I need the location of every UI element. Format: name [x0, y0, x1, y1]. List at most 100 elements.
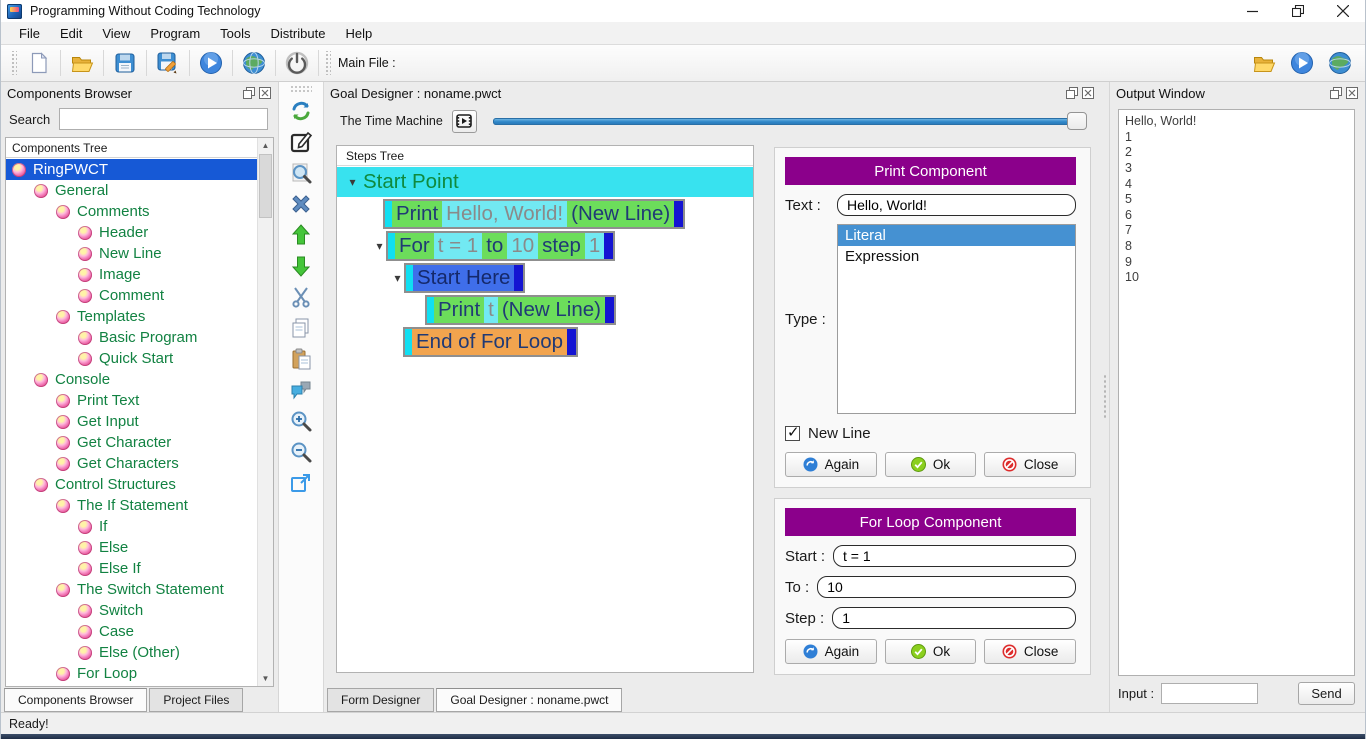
- menu-view[interactable]: View: [92, 24, 140, 43]
- paste-icon[interactable]: [285, 344, 317, 373]
- run-button[interactable]: [192, 48, 230, 79]
- close-panel-icon[interactable]: [1081, 87, 1095, 100]
- print-ok-button[interactable]: Ok: [885, 452, 977, 477]
- type-option[interactable]: Literal: [838, 225, 1075, 246]
- tree-item[interactable]: Get Characters: [6, 453, 273, 474]
- minimize-button[interactable]: [1230, 0, 1275, 22]
- print-again-button[interactable]: Again: [785, 452, 877, 477]
- cut-icon[interactable]: [285, 282, 317, 311]
- delete-step-icon[interactable]: [285, 189, 317, 218]
- time-machine-play-button[interactable]: [452, 110, 477, 133]
- distribute-globe-button[interactable]: [235, 48, 273, 79]
- new-file-button[interactable]: [20, 48, 58, 79]
- tree-item[interactable]: General: [6, 180, 273, 201]
- zoom-out-icon[interactable]: [285, 437, 317, 466]
- search-input[interactable]: [59, 108, 268, 130]
- tree-item[interactable]: The Switch Statement: [6, 579, 273, 600]
- power-button[interactable]: [278, 48, 316, 79]
- tree-item[interactable]: The If Statement: [6, 495, 273, 516]
- forloop-again-button[interactable]: Again: [785, 639, 877, 664]
- tree-scrollbar[interactable]: ▲ ▼: [257, 138, 273, 686]
- tree-item[interactable]: RingPWCT: [6, 159, 273, 180]
- float-panel-icon[interactable]: [1065, 87, 1079, 100]
- forloop-close-button[interactable]: Close: [984, 639, 1076, 664]
- console-input-field[interactable]: [1161, 683, 1258, 704]
- globe-button-right[interactable]: [1321, 48, 1359, 79]
- step-box[interactable]: PrintHello, World!(New Line): [383, 199, 685, 229]
- tree-item[interactable]: Get Character: [6, 432, 273, 453]
- find-step-icon[interactable]: [285, 158, 317, 187]
- scroll-thumb[interactable]: [259, 154, 272, 218]
- tree-item[interactable]: Control Structures: [6, 474, 273, 495]
- tree-item[interactable]: Console: [6, 369, 273, 390]
- copy-icon[interactable]: [285, 313, 317, 342]
- open-file-button[interactable]: [63, 48, 101, 79]
- menu-help[interactable]: Help: [335, 24, 382, 43]
- save-as-button[interactable]: [149, 48, 187, 79]
- tree-item[interactable]: Templates: [6, 306, 273, 327]
- for-step-input[interactable]: [832, 607, 1076, 629]
- step-box[interactable]: Start Here: [404, 263, 525, 293]
- print-text-input[interactable]: [837, 194, 1076, 216]
- tree-item[interactable]: Get Input: [6, 411, 273, 432]
- tree-item[interactable]: Image: [6, 264, 273, 285]
- edit-step-icon[interactable]: [285, 127, 317, 156]
- float-panel-icon[interactable]: [242, 87, 256, 100]
- save-button[interactable]: [106, 48, 144, 79]
- slider-track[interactable]: [493, 118, 1087, 125]
- toolbar-grip[interactable]: [324, 51, 331, 75]
- scroll-up-icon[interactable]: ▲: [258, 138, 273, 153]
- tree-item[interactable]: Print Text: [6, 390, 273, 411]
- close-panel-icon[interactable]: [1345, 87, 1359, 100]
- zoom-in-icon[interactable]: [285, 406, 317, 435]
- tree-item[interactable]: Case: [6, 621, 273, 642]
- expander-icon[interactable]: ▾: [346, 175, 359, 189]
- expander-icon[interactable]: ▾: [373, 239, 386, 253]
- tab-goal-designer-noname-pwct[interactable]: Goal Designer : noname.pwct: [436, 688, 622, 712]
- step-start-point[interactable]: ▾Start Point: [337, 167, 753, 197]
- tree-item[interactable]: Comments: [6, 201, 273, 222]
- tab-form-designer[interactable]: Form Designer: [327, 688, 434, 712]
- tab-components-browser[interactable]: Components Browser: [4, 688, 147, 712]
- tree-item[interactable]: Else: [6, 537, 273, 558]
- tree-item[interactable]: Quick Start: [6, 348, 273, 369]
- tree-item[interactable]: If: [6, 516, 273, 537]
- tree-item[interactable]: New Line: [6, 243, 273, 264]
- slider-handle[interactable]: [1067, 112, 1087, 130]
- step-box[interactable]: Fort = 1to10step1: [386, 231, 615, 261]
- restore-button[interactable]: [1275, 0, 1320, 22]
- toolbar-grip[interactable]: [10, 51, 17, 75]
- step-box[interactable]: Printt(New Line): [425, 295, 616, 325]
- menu-distribute[interactable]: Distribute: [261, 24, 336, 43]
- tree-item[interactable]: Switch: [6, 600, 273, 621]
- print-close-button[interactable]: Close: [984, 452, 1076, 477]
- menu-tools[interactable]: Tools: [210, 24, 260, 43]
- menu-program[interactable]: Program: [140, 24, 210, 43]
- tree-item[interactable]: Basic Program: [6, 327, 273, 348]
- step-box[interactable]: End of For Loop: [403, 327, 578, 357]
- new-line-checkbox[interactable]: ✓: [785, 426, 800, 441]
- refresh-icon[interactable]: [285, 96, 317, 125]
- dock-splitter[interactable]: [1101, 82, 1109, 712]
- for-to-input[interactable]: [817, 576, 1076, 598]
- move-up-icon[interactable]: [285, 220, 317, 249]
- close-button[interactable]: [1320, 0, 1365, 22]
- forloop-ok-button[interactable]: Ok: [885, 639, 977, 664]
- tree-item[interactable]: Comment: [6, 285, 273, 306]
- menu-file[interactable]: File: [9, 24, 50, 43]
- for-start-input[interactable]: [833, 545, 1076, 567]
- run-button-right[interactable]: [1283, 48, 1321, 79]
- menu-edit[interactable]: Edit: [50, 24, 92, 43]
- type-option[interactable]: Expression: [838, 246, 1075, 267]
- tree-item[interactable]: Else (Other): [6, 642, 273, 663]
- send-button[interactable]: Send: [1298, 682, 1355, 705]
- open-file-button-right[interactable]: [1245, 48, 1283, 79]
- tree-item[interactable]: For Loop: [6, 663, 273, 684]
- comments-icon[interactable]: [285, 375, 317, 404]
- type-listbox[interactable]: LiteralExpression: [837, 224, 1076, 414]
- tree-item[interactable]: Else If: [6, 558, 273, 579]
- time-machine-slider[interactable]: [493, 112, 1087, 130]
- tab-project-files[interactable]: Project Files: [149, 688, 243, 712]
- detach-window-icon[interactable]: [285, 468, 317, 497]
- expander-icon[interactable]: ▾: [391, 271, 404, 285]
